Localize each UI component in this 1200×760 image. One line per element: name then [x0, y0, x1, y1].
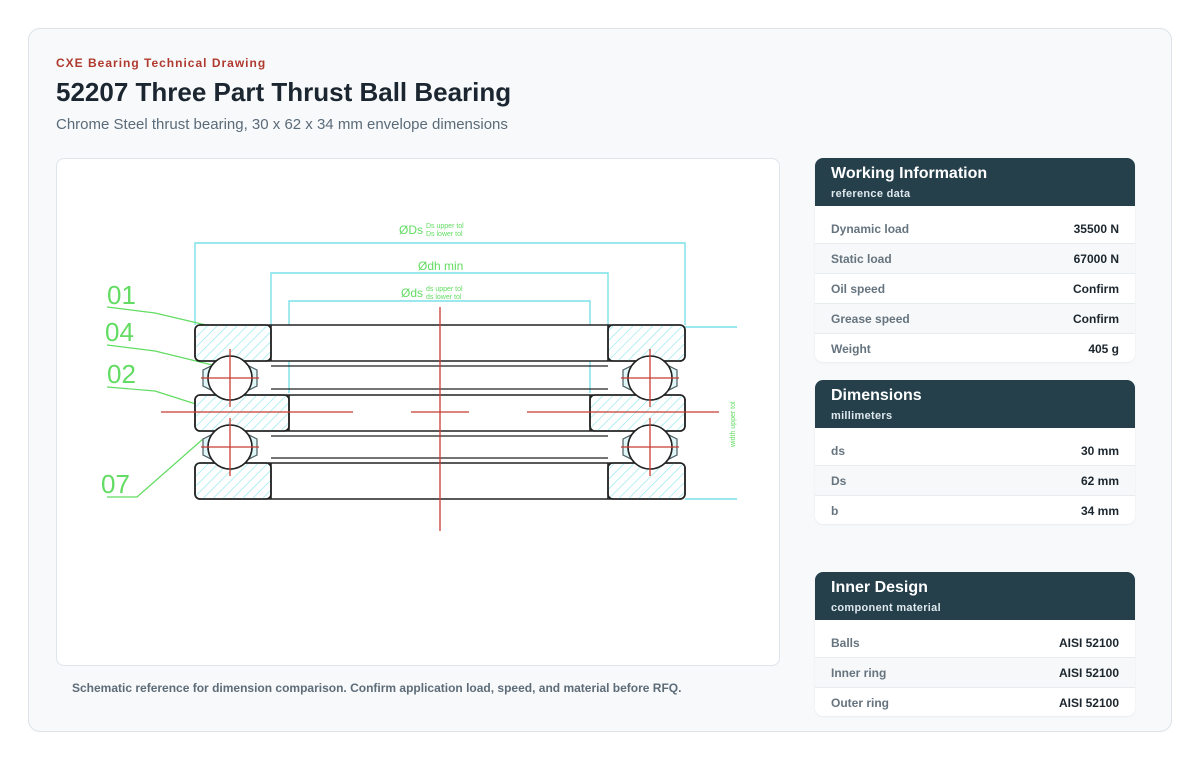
table-row: Oil speed Confirm: [815, 274, 1135, 304]
row-label: Inner ring: [831, 665, 887, 680]
dimensions-subtitle: millimeters: [831, 410, 893, 422]
table-row: Static load 67000 N: [815, 244, 1135, 274]
dimensions-header: Dimensions millimeters: [815, 380, 1135, 428]
row-value: Confirm: [1073, 281, 1119, 296]
working-information-header: Working Information reference data: [815, 158, 1135, 206]
working-information-card: Working Information reference data Dynam…: [815, 158, 1135, 362]
row-value: AISI 52100: [1058, 665, 1119, 680]
row-value: 62 mm: [1080, 473, 1119, 488]
page-title: 52207 Three Part Thrust Ball Bearing: [56, 77, 512, 107]
row-label: Outer ring: [831, 695, 890, 710]
row-label: b: [831, 503, 839, 518]
callout-02: 02: [107, 359, 136, 389]
working-information-rows: Dynamic load 35500 N Static load 67000 N O…: [815, 206, 1135, 362]
dim-outer-upper: Ds upper tol: [426, 223, 464, 230]
dim-outer-lower: Ds lower tol: [426, 231, 463, 238]
inner-design-card: Inner Design component material Balls AIS…: [815, 572, 1135, 716]
inner-design-title: Inner Design: [831, 579, 928, 596]
row-value: 30 mm: [1080, 443, 1119, 458]
row-label: ds: [831, 443, 846, 458]
table-row: Grease speed Confirm: [815, 304, 1135, 334]
row-label: Oil speed: [831, 281, 886, 296]
inner-design-header: Inner Design component material: [815, 572, 1135, 620]
row-label: Grease speed: [831, 311, 910, 326]
callout-04: 04: [105, 317, 134, 347]
table-row: b 34 mm: [815, 496, 1135, 524]
row-label: Dynamic load: [831, 221, 910, 236]
row-value: Confirm: [1073, 311, 1119, 326]
inner-design-rows: Balls AISI 52100 Inner ring AISI 52100 Out…: [815, 620, 1135, 716]
dim-inner-symbol: Øds: [401, 286, 423, 300]
table-row: ds 30 mm: [815, 436, 1135, 466]
callout-01: 01: [107, 280, 136, 310]
row-value: AISI 52100: [1058, 695, 1119, 710]
row-label: Ds: [831, 473, 847, 488]
row-value: 34 mm: [1080, 503, 1119, 518]
table-row: Balls AISI 52100: [815, 628, 1135, 658]
dim-inner-lower: ds lower tol: [426, 294, 462, 301]
working-information-title: Working Information: [831, 165, 988, 182]
table-row: Ds 62 mm: [815, 466, 1135, 496]
table-row: Dynamic load 35500 N: [815, 214, 1135, 244]
working-information-subtitle: reference data: [831, 188, 911, 200]
dim-inner-upper: ds upper tol: [426, 286, 463, 293]
callout-07: 07: [101, 469, 130, 499]
dim-width-label: width upper tol: [730, 401, 737, 448]
dim-outer-symbol: ØDs: [399, 223, 423, 237]
drawing-caption: Schematic reference for dimension compar…: [72, 681, 682, 695]
dim-housing-label: Ødh min: [418, 259, 463, 273]
dimensions-rows: ds 30 mm Ds 62 mm b 34 mm: [815, 428, 1135, 524]
brand-eyebrow: CXE Bearing Technical Drawing: [56, 56, 267, 70]
row-value: 67000 N: [1073, 251, 1119, 266]
dimensions-title: Dimensions: [831, 387, 922, 404]
dimensions-card: Dimensions millimeters ds 30 mm Ds 62 mm b…: [815, 380, 1135, 524]
technical-drawing-panel: ØDs Ds upper tol Ds lower tol Ødh min Ød…: [56, 158, 780, 666]
row-value: AISI 52100: [1058, 635, 1119, 650]
row-label: Static load: [831, 251, 892, 266]
row-value: 405 g: [1088, 341, 1119, 356]
page-subtitle: Chrome Steel thrust bearing, 30 x 62 x 3…: [56, 116, 508, 133]
row-value: 35500 N: [1073, 221, 1119, 236]
table-row: Weight 405 g: [815, 334, 1135, 362]
table-row: Inner ring AISI 52100: [815, 658, 1135, 688]
inner-design-subtitle: component material: [831, 602, 941, 614]
table-row: Outer ring AISI 52100: [815, 688, 1135, 716]
row-label: Weight: [831, 341, 871, 356]
row-label: Balls: [831, 635, 860, 650]
bearing-drawing: ØDs Ds upper tol Ds lower tol Ødh min Ød…: [101, 223, 737, 531]
